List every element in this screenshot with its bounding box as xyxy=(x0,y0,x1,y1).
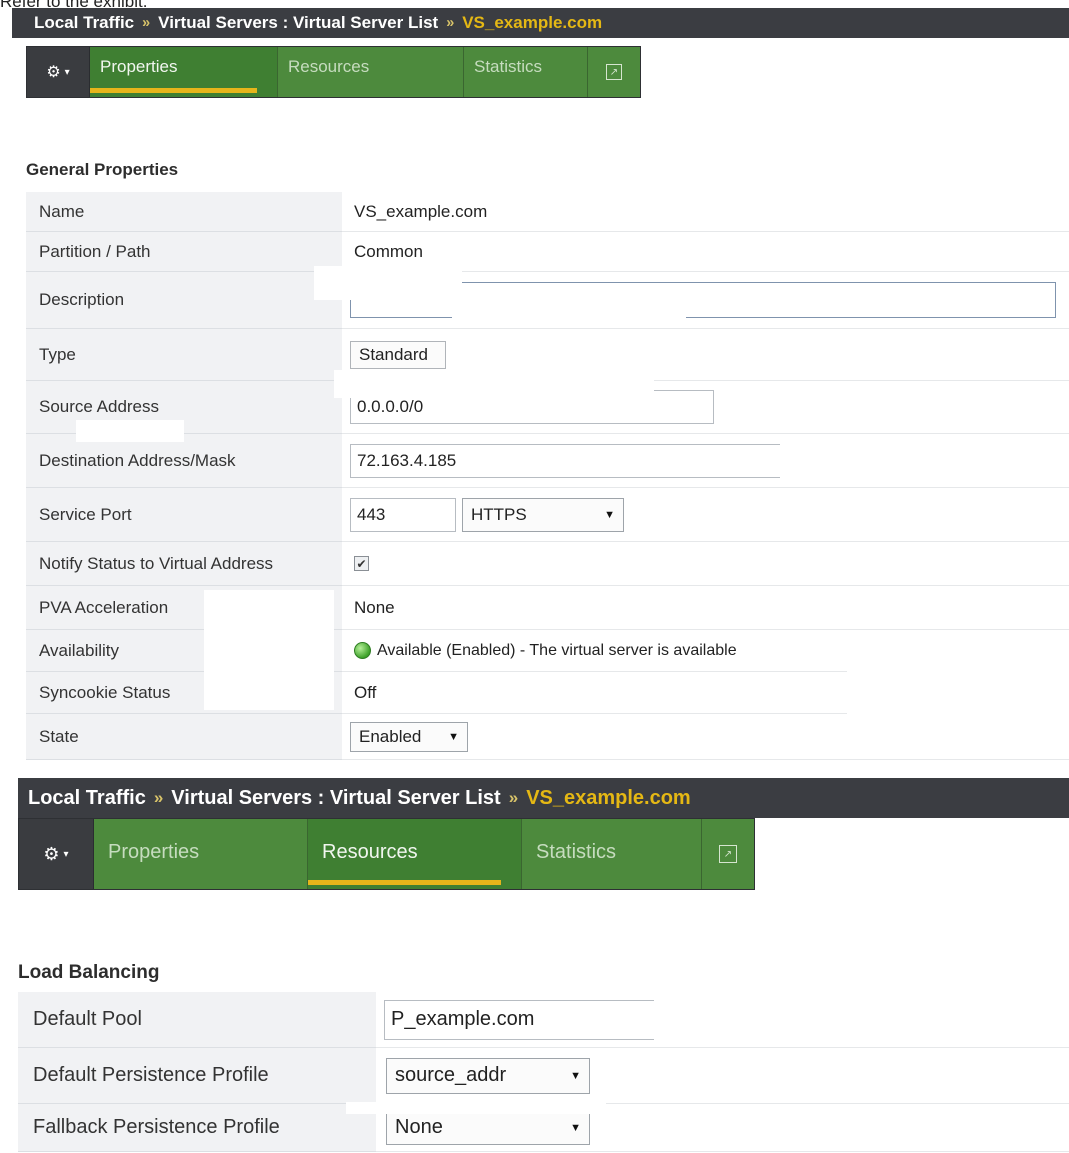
fallback-persistence-select[interactable]: None ▼ xyxy=(386,1110,590,1145)
dropdown-arrow-icon: ▼ xyxy=(448,730,459,743)
service-port-protocol-select[interactable]: HTTPS ▼ xyxy=(462,497,624,532)
breadcrumb: Local Traffic » Virtual Servers : Virtua… xyxy=(12,8,1069,38)
redaction-mask xyxy=(452,312,686,324)
row-default-persistence: Default Persistence Profile source_addr … xyxy=(18,1048,1069,1104)
value-pva: None xyxy=(342,586,1069,630)
persistence-select-value: source_addr xyxy=(395,1064,507,1086)
tab-statistics[interactable]: Statistics xyxy=(522,819,702,889)
row-destination: Destination Address/Mask 72.163.4.185 xyxy=(26,434,1069,488)
load-balancing-table: Default Pool P_example.com Default Persi… xyxy=(18,992,1069,1152)
check-icon: ✔ xyxy=(356,556,367,571)
label-source-address: Source Address xyxy=(26,381,342,434)
open-external-button[interactable]: ↗ xyxy=(702,819,754,889)
label-description: Description xyxy=(26,272,342,329)
row-pva: PVA Acceleration None xyxy=(26,586,1069,630)
gear-menu-button[interactable]: ⚙ ▾ xyxy=(27,47,90,97)
value-availability: Available (Enabled) - The virtual server… xyxy=(377,641,737,659)
breadcrumb-local-traffic[interactable]: Local Traffic xyxy=(28,787,146,810)
chevron-down-icon: ▾ xyxy=(63,848,69,860)
label-destination: Destination Address/Mask xyxy=(26,434,342,488)
default-persistence-select[interactable]: source_addr ▼ xyxy=(386,1057,590,1094)
type-select[interactable]: Standard xyxy=(350,340,446,369)
label-partition: Partition / Path xyxy=(26,232,342,272)
row-name: Name VS_example.com xyxy=(26,192,1069,232)
tab-label: Resources xyxy=(322,841,418,863)
tab-statistics[interactable]: Statistics xyxy=(464,47,588,97)
properties-panel: Local Traffic » Virtual Servers : Virtua… xyxy=(12,8,1069,768)
dropdown-arrow-icon: ▼ xyxy=(570,1069,581,1082)
fallback-select-value: None xyxy=(395,1116,443,1138)
type-select-value: Standard xyxy=(359,344,428,364)
row-notify-status: Notify Status to Virtual Address ✔ xyxy=(26,542,1069,586)
breadcrumb: Local Traffic » Virtual Servers : Virtua… xyxy=(18,778,1069,818)
breadcrumb-separator: » xyxy=(142,15,151,31)
value-name: VS_example.com xyxy=(342,192,1069,232)
redaction-mask xyxy=(346,1102,606,1114)
tab-strip: ⚙ ▾ Properties Resources Statistics ↗ xyxy=(18,818,755,890)
redaction-mask xyxy=(188,894,1069,988)
label-fallback-persistence: Fallback Persistence Profile xyxy=(18,1104,376,1152)
redaction-mask xyxy=(76,420,184,442)
tab-properties[interactable]: Properties xyxy=(94,819,308,889)
breadcrumb-virtual-server-list[interactable]: Virtual Servers : Virtual Server List xyxy=(171,787,500,810)
tab-label: Resources xyxy=(288,57,370,76)
tab-label: Statistics xyxy=(474,57,543,76)
dropdown-arrow-icon: ▼ xyxy=(604,508,615,521)
gear-icon: ⚙ xyxy=(46,64,61,81)
redaction-mask xyxy=(204,590,334,710)
row-service-port: Service Port 443 HTTPS ▼ xyxy=(26,488,1069,542)
redaction-mask xyxy=(314,266,462,300)
label-name: Name xyxy=(26,192,342,232)
breadcrumb-current: VS_example.com xyxy=(462,13,603,32)
breadcrumb-local-traffic[interactable]: Local Traffic xyxy=(34,13,134,33)
redaction-mask xyxy=(847,636,1069,714)
notify-status-checkbox[interactable]: ✔ xyxy=(354,556,369,571)
gear-icon: ⚙ xyxy=(43,843,60,864)
tab-resources[interactable]: Resources xyxy=(308,819,522,889)
breadcrumb-current: VS_example.com xyxy=(526,786,691,809)
tab-properties[interactable]: Properties xyxy=(90,47,278,97)
tab-resources[interactable]: Resources xyxy=(278,47,464,97)
label-default-pool: Default Pool xyxy=(18,992,376,1048)
tab-label: Properties xyxy=(100,57,178,76)
section-title-load-balancing: Load Balancing xyxy=(18,962,160,983)
resources-panel: Local Traffic » Virtual Servers : Virtua… xyxy=(18,770,1069,1153)
breadcrumb-virtual-server-list[interactable]: Virtual Servers : Virtual Server List xyxy=(158,13,438,33)
breadcrumb-separator: » xyxy=(153,788,164,807)
tab-label: Statistics xyxy=(536,841,617,863)
state-select-value: Enabled xyxy=(359,726,422,746)
gear-menu-button[interactable]: ⚙ ▾ xyxy=(19,819,94,889)
tab-label: Properties xyxy=(108,841,200,863)
breadcrumb-separator: » xyxy=(508,788,519,807)
label-type: Type xyxy=(26,329,342,381)
destination-address-input[interactable]: 72.163.4.185 xyxy=(350,443,780,478)
service-port-input[interactable]: 443 xyxy=(350,497,456,532)
chevron-down-icon: ▾ xyxy=(64,66,70,78)
tab-strip: ⚙ ▾ Properties Resources Statistics ↗ xyxy=(26,46,641,98)
state-select[interactable]: Enabled ▼ xyxy=(350,721,468,752)
label-state: State xyxy=(26,714,342,760)
protocol-select-value: HTTPS xyxy=(471,504,527,524)
available-status-icon xyxy=(354,642,371,659)
dropdown-arrow-icon: ▼ xyxy=(570,1121,581,1134)
breadcrumb-separator: » xyxy=(446,15,455,31)
row-partition: Partition / Path Common xyxy=(26,232,1069,272)
external-link-icon: ↗ xyxy=(719,845,737,863)
section-title-general-properties: General Properties xyxy=(26,160,179,179)
external-link-icon: ↗ xyxy=(606,64,622,80)
label-default-persistence: Default Persistence Profile xyxy=(18,1048,376,1104)
redaction-mask xyxy=(334,370,654,398)
label-service-port: Service Port xyxy=(26,488,342,542)
open-external-button[interactable]: ↗ xyxy=(588,47,640,97)
row-state: State Enabled ▼ xyxy=(26,714,1069,760)
label-notify-status: Notify Status to Virtual Address xyxy=(26,542,342,586)
default-pool-input[interactable]: P_example.com xyxy=(384,999,654,1040)
